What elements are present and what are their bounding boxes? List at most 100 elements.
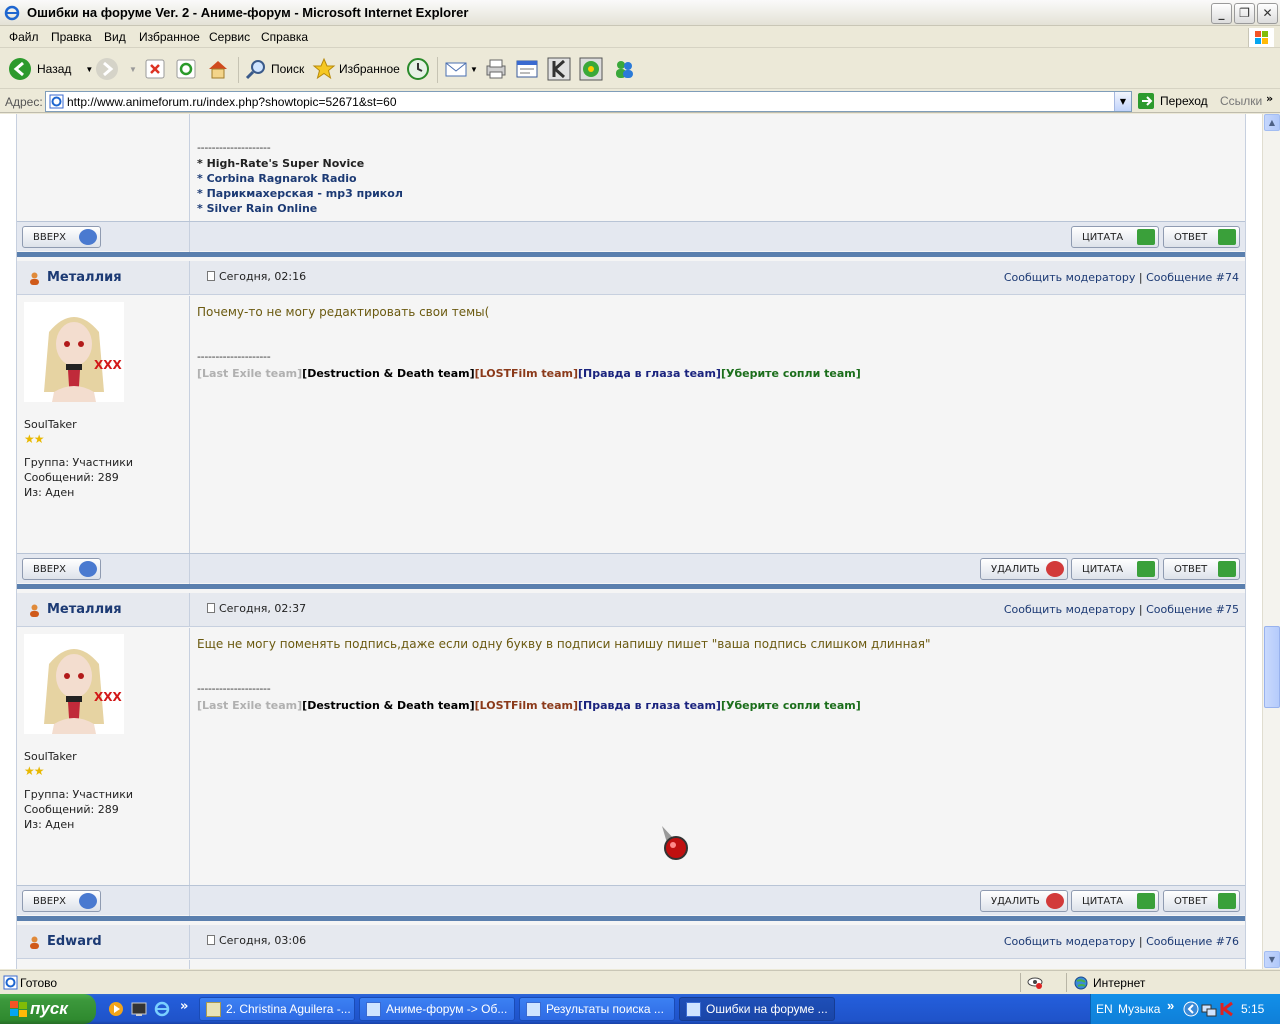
user-title: SoulTaker [24,750,77,763]
signature-link[interactable]: [Destruction & Death team] [302,367,474,380]
address-input[interactable]: http://www.animeforum.ru/index.php?showt… [45,91,1132,112]
post-date-text: Сегодня, 02:37 [219,602,307,615]
signature-link[interactable]: [LOSTFilm team] [475,699,578,712]
task-item-active[interactable]: Ошибки на форуме ... [679,997,835,1021]
menu-file[interactable]: Файл [9,30,39,44]
chevron-right-icon[interactable]: » [1266,92,1273,105]
delete-button[interactable]: УДАЛИТЬ [980,890,1068,912]
top-button[interactable]: ВВЕРХ [22,890,101,912]
scroll-thumb[interactable] [1264,626,1280,708]
signature-link[interactable]: [Last Exile team] [197,367,302,380]
menu-favorites[interactable]: Избранное [139,30,200,44]
report-link[interactable]: Сообщить модератору [1004,271,1136,284]
reply-arrow-icon [1218,229,1236,245]
start-button[interactable]: пуск [0,994,96,1024]
tray-expand-icon[interactable]: » [1167,998,1174,1013]
mail-dropdown-icon[interactable]: ▼ [470,65,478,74]
window-title-bar: Ошибки на форуме Ver. 2 - Аниме-форум - … [0,0,1280,26]
post-author[interactable]: Edward [47,934,102,949]
signature-link[interactable]: [LOSTFilm team] [475,367,578,380]
refresh-button[interactable] [175,55,197,83]
scroll-down-icon[interactable]: ▼ [1264,951,1280,968]
menu-help[interactable]: Справка [261,30,308,44]
top-button[interactable]: ВВЕРХ [22,226,101,248]
signature-link[interactable]: [Destruction & Death team] [302,699,474,712]
menu-edit[interactable]: Правка [51,30,92,44]
favorites-button[interactable]: Избранное [312,55,400,83]
menu-tools[interactable]: Сервис [209,30,250,44]
minimize-button[interactable]: _ [1211,3,1232,24]
delete-button[interactable]: УДАЛИТЬ [980,558,1068,580]
signature-link[interactable]: * Corbina Ragnarok Radio [197,171,403,186]
forward-button[interactable]: ▼ [95,55,137,83]
address-dropdown-icon[interactable]: ▼ [1114,92,1131,111]
top-button[interactable]: ВВЕРХ [22,558,101,580]
windows-logo-icon [1248,28,1274,47]
quote-button[interactable]: ЦИТАТА [1071,226,1159,248]
signature-link[interactable]: * Парикмахерская - mp3 прикол [197,186,403,201]
menu-view[interactable]: Вид [104,30,126,44]
forward-dropdown-icon[interactable]: ▼ [129,65,137,74]
kaspersky-tray-icon[interactable] [1219,1001,1235,1017]
home-button[interactable] [206,55,230,83]
user-location: Из: Аден [24,486,75,499]
quote-plus-icon [1137,561,1155,577]
vertical-scrollbar[interactable]: ▲ ▼ [1262,114,1280,969]
stop-button[interactable] [144,55,166,83]
links-button[interactable]: Ссылки [1220,94,1262,108]
ie-quicklaunch-icon[interactable] [154,1001,170,1017]
language-indicator[interactable]: EN [1096,1002,1113,1016]
reply-button[interactable]: ОТВЕТ [1163,890,1240,912]
go-button[interactable]: Переход [1138,93,1208,109]
edit-button[interactable] [515,55,539,83]
task-item[interactable]: Аниме-форум -> Об... [359,997,515,1021]
print-button[interactable] [484,55,508,83]
rank-stars-icon: ★★ [24,764,45,778]
post-number-link[interactable]: Сообщение #74 [1146,271,1239,284]
signature-link[interactable]: * Silver Rain Online [197,201,403,216]
network-icon[interactable] [1201,1001,1217,1017]
maximize-button[interactable]: ❐ [1234,3,1255,24]
clock[interactable]: 5:15 [1241,1002,1264,1016]
up-arrow-icon [79,561,97,577]
mail-button[interactable]: ▼ [444,55,478,83]
close-button[interactable]: ✕ [1257,3,1278,24]
search-button[interactable]: Поиск [245,55,304,83]
signature-link[interactable]: [Уберите сопли team] [721,367,861,380]
quote-button[interactable]: ЦИТАТА [1071,890,1159,912]
back-button[interactable]: Назад ▼ [8,55,93,83]
desktop-icon[interactable] [131,1001,147,1017]
signature-link[interactable]: [Last Exile team] [197,699,302,712]
history-icon [407,58,429,80]
music-toolbar[interactable]: Музыка [1118,1002,1160,1016]
media-player-icon[interactable] [108,1001,124,1017]
report-link[interactable]: Сообщить модератору [1004,603,1136,616]
post-meta: Сообщить модератору | Сообщение #75 [1004,603,1239,616]
post-number-link[interactable]: Сообщение #76 [1146,935,1239,948]
post-divider [17,584,1245,589]
quicklaunch-expand-icon[interactable]: » [180,999,188,1014]
history-button[interactable] [406,55,430,83]
signature-link[interactable]: [Правда в глаза team] [578,367,721,380]
messenger-button[interactable] [612,55,636,83]
post-number-link[interactable]: Сообщение #75 [1146,603,1239,616]
task-item[interactable]: Результаты поиска ... [519,997,675,1021]
document-icon [207,603,215,613]
icq-button[interactable] [579,55,603,83]
tray-collapse-icon[interactable] [1183,1001,1199,1017]
quote-button[interactable]: ЦИТАТА [1071,558,1159,580]
back-dropdown-icon[interactable]: ▼ [85,65,93,74]
report-link[interactable]: Сообщить модератору [1004,935,1136,948]
home-icon [209,61,227,79]
kaspersky-button[interactable] [547,55,571,83]
post-author[interactable]: Металлия [47,270,122,285]
reply-button[interactable]: ОТВЕТ [1163,226,1240,248]
task-item[interactable]: 2. Christina Aguilera -... [199,997,355,1021]
reply-button[interactable]: ОТВЕТ [1163,558,1240,580]
post-actions-bar: ВВЕРХ ЦИТАТА ОТВЕТ [17,221,1245,252]
signature-link[interactable]: [Уберите сопли team] [721,699,861,712]
back-arrow-icon [9,58,31,80]
signature-link[interactable]: [Правда в глаза team] [578,699,721,712]
post-author[interactable]: Металлия [47,602,122,617]
scroll-up-icon[interactable]: ▲ [1264,114,1280,131]
